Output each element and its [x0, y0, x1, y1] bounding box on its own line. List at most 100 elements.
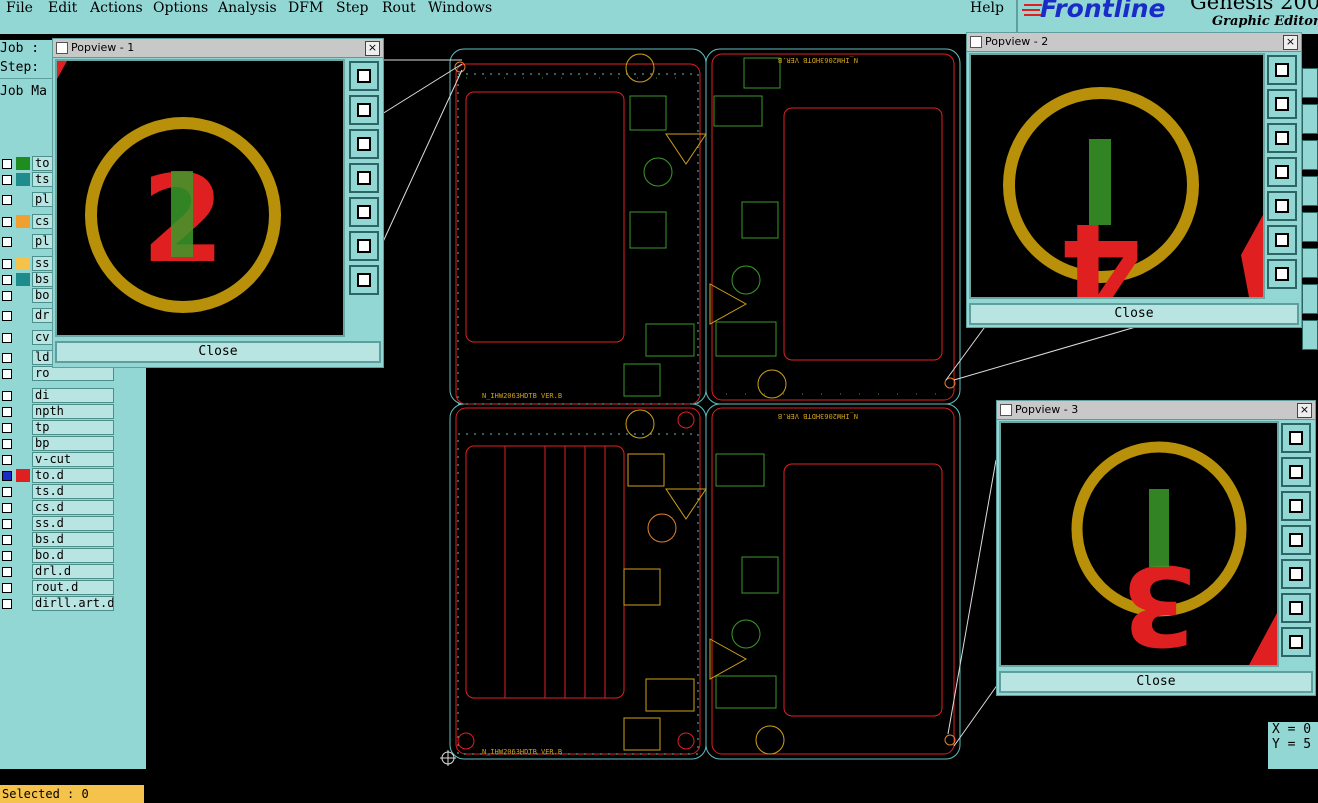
menu-file[interactable]: File — [6, 0, 33, 16]
zoom-home-button[interactable] — [1267, 55, 1297, 85]
menu-options[interactable]: Options — [153, 0, 208, 16]
layer-checkbox[interactable] — [2, 217, 12, 227]
popview-1-viewport[interactable]: 2 — [55, 59, 345, 337]
layer-name[interactable]: npth — [32, 404, 114, 419]
layer-checkbox[interactable] — [2, 391, 12, 401]
zoom-home-button[interactable] — [1281, 423, 1311, 453]
pan-up-button[interactable] — [1281, 457, 1311, 487]
zoom-in-button[interactable] — [1281, 593, 1311, 623]
layer-checkbox[interactable] — [2, 503, 12, 513]
zoom-out-button[interactable] — [349, 265, 379, 295]
layer-checkbox[interactable] — [2, 551, 12, 561]
pan-right-button[interactable] — [1281, 559, 1311, 589]
layer-row[interactable]: di — [0, 388, 146, 403]
layer-row[interactable]: ss.d — [0, 516, 146, 531]
layer-checkbox[interactable] — [2, 237, 12, 247]
menu-rout[interactable]: Rout — [382, 0, 416, 16]
window-menu-icon[interactable] — [56, 42, 68, 54]
layer-checkbox[interactable] — [2, 311, 12, 321]
layer-checkbox[interactable] — [2, 567, 12, 577]
close-icon[interactable]: × — [1283, 35, 1298, 50]
layer-row[interactable]: to.d — [0, 468, 146, 483]
menu-actions[interactable]: Actions — [90, 0, 143, 16]
zoom-in-button[interactable] — [349, 231, 379, 261]
layer-name[interactable]: bs.d — [32, 532, 114, 547]
layer-row[interactable]: ts.d — [0, 484, 146, 499]
layer-name[interactable]: v-cut — [32, 452, 114, 467]
layer-row[interactable]: v-cut — [0, 452, 146, 467]
pan-left-button[interactable] — [1281, 525, 1311, 555]
pan-left-button[interactable] — [349, 163, 379, 193]
job-matrix-label[interactable]: Job Ma — [0, 84, 47, 99]
layer-name[interactable]: ts.d — [32, 484, 114, 499]
layer-checkbox[interactable] — [2, 195, 12, 205]
layer-row[interactable]: dirll.art.d — [0, 596, 146, 611]
layer-name[interactable]: cs.d — [32, 500, 114, 515]
menu-analysis[interactable]: Analysis — [218, 0, 277, 16]
popview-2-viewport[interactable]: 4 — [969, 53, 1265, 299]
layer-name[interactable]: drl.d — [32, 564, 114, 579]
pan-down-button[interactable] — [1267, 123, 1297, 153]
layer-checkbox[interactable] — [2, 423, 12, 433]
layer-checkbox[interactable] — [2, 455, 12, 465]
right-tool-5[interactable] — [1302, 212, 1318, 242]
layer-checkbox[interactable] — [2, 275, 12, 285]
zoom-in-button[interactable] — [1267, 225, 1297, 255]
layer-checkbox[interactable] — [2, 353, 12, 363]
zoom-out-button[interactable] — [1267, 259, 1297, 289]
popview-2-titlebar[interactable]: Popview - 2 × — [967, 33, 1301, 52]
layer-checkbox[interactable] — [2, 535, 12, 545]
layer-checkbox[interactable] — [2, 583, 12, 593]
layer-checkbox[interactable] — [2, 407, 12, 417]
zoom-home-button[interactable] — [349, 61, 379, 91]
layer-checkbox[interactable] — [2, 159, 12, 169]
layer-name[interactable]: to.d — [32, 468, 114, 483]
layer-name[interactable]: tp — [32, 420, 114, 435]
menu-windows[interactable]: Windows — [428, 0, 492, 16]
layer-row[interactable]: npth — [0, 404, 146, 419]
layer-row[interactable]: ro — [0, 366, 146, 381]
layer-row[interactable]: tp — [0, 420, 146, 435]
popview-3-viewport[interactable]: 3 — [999, 421, 1279, 667]
layer-name[interactable]: bo.d — [32, 548, 114, 563]
layer-row[interactable]: cs.d — [0, 500, 146, 515]
pan-right-button[interactable] — [349, 197, 379, 227]
layer-checkbox[interactable] — [2, 487, 12, 497]
layer-row[interactable]: rout.d — [0, 580, 146, 595]
popview-1-close-button[interactable]: Close — [55, 341, 381, 363]
pan-right-button[interactable] — [1267, 191, 1297, 221]
layer-checkbox[interactable] — [2, 259, 12, 269]
layer-checkbox[interactable] — [2, 291, 12, 301]
layer-name[interactable]: bp — [32, 436, 114, 451]
menu-dfm[interactable]: DFM — [288, 0, 323, 16]
zoom-out-button[interactable] — [1281, 627, 1311, 657]
window-menu-icon[interactable] — [970, 36, 982, 48]
layer-name[interactable]: ro — [32, 366, 114, 381]
right-tool-3[interactable] — [1302, 140, 1318, 170]
layer-checkbox[interactable] — [2, 471, 12, 481]
pan-up-button[interactable] — [349, 95, 379, 125]
pan-down-button[interactable] — [1281, 491, 1311, 521]
layer-checkbox[interactable] — [2, 369, 12, 379]
layer-name[interactable]: di — [32, 388, 114, 403]
close-icon[interactable]: × — [365, 41, 380, 56]
layer-name[interactable]: dirll.art.d — [32, 596, 114, 611]
right-tool-6[interactable] — [1302, 248, 1318, 278]
pan-up-button[interactable] — [1267, 89, 1297, 119]
layer-row[interactable]: bp — [0, 436, 146, 451]
menu-step[interactable]: Step — [336, 0, 368, 16]
right-tool-7[interactable] — [1302, 284, 1318, 314]
popview-3-close-button[interactable]: Close — [999, 671, 1313, 693]
layer-name[interactable]: rout.d — [32, 580, 114, 595]
layer-row[interactable]: bo.d — [0, 548, 146, 563]
layer-checkbox[interactable] — [2, 439, 12, 449]
menu-help[interactable]: Help — [970, 0, 1004, 16]
right-tool-8[interactable] — [1302, 320, 1318, 350]
right-tool-2[interactable] — [1302, 104, 1318, 134]
layer-row[interactable]: drl.d — [0, 564, 146, 579]
layer-name[interactable]: ss.d — [32, 516, 114, 531]
layer-checkbox[interactable] — [2, 333, 12, 343]
layer-checkbox[interactable] — [2, 175, 12, 185]
close-icon[interactable]: × — [1297, 403, 1312, 418]
layer-row[interactable]: bs.d — [0, 532, 146, 547]
